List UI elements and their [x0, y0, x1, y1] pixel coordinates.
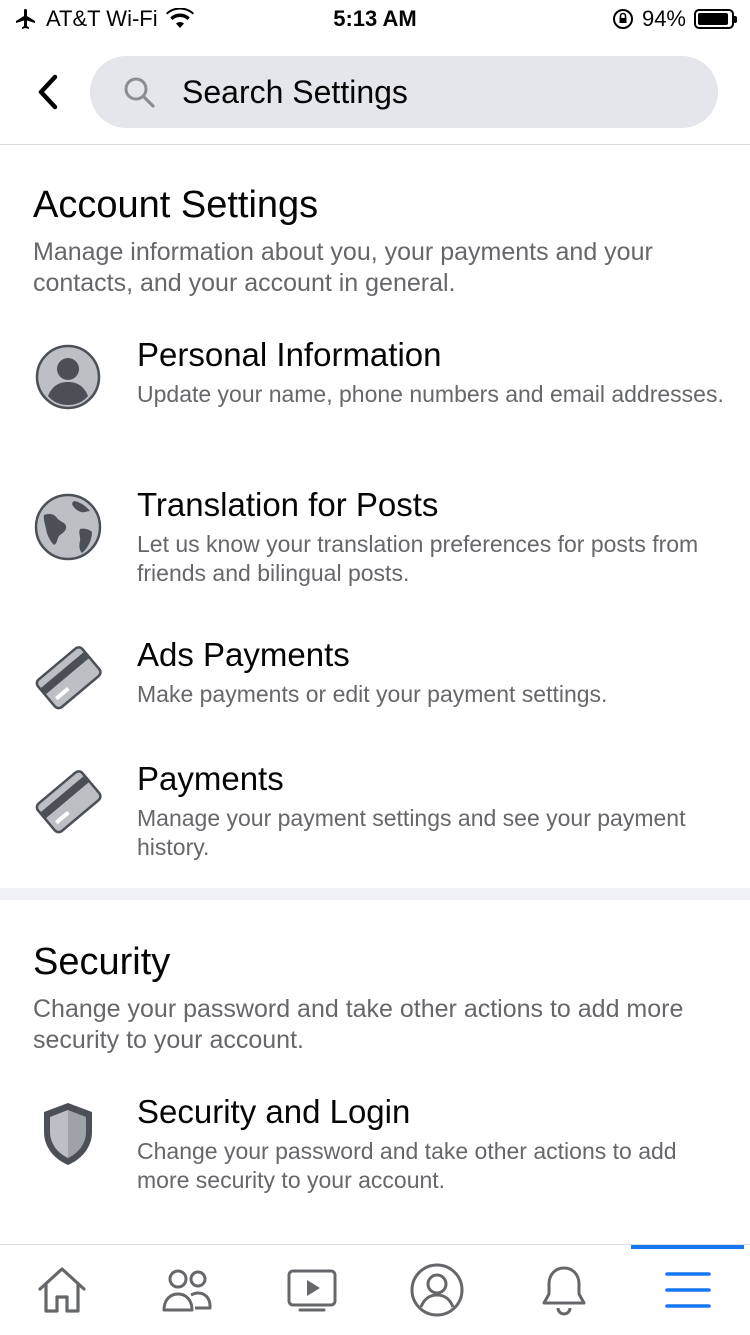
- settings-item-ads-payments[interactable]: Ads Payments Make payments or edit your …: [0, 636, 750, 726]
- settings-item-description: Let us know your translation preferences…: [137, 531, 699, 586]
- menu-icon: [665, 1272, 711, 1308]
- search-icon: [122, 74, 158, 110]
- watch-icon: [287, 1269, 337, 1312]
- settings-item-title: Payments: [137, 760, 284, 797]
- settings-item-description: Change your password and take other acti…: [137, 1138, 677, 1193]
- settings-item-title: Translation for Posts: [137, 486, 439, 523]
- tab-profile[interactable]: [377, 1245, 497, 1335]
- settings-item-title: Personal Information: [137, 336, 442, 373]
- home-icon: [38, 1267, 86, 1313]
- section-description-account-settings: Manage information about you, your payme…: [33, 238, 653, 297]
- friends-icon: [162, 1269, 212, 1312]
- bottom-tab-bar: [0, 1244, 750, 1335]
- profile-icon: [410, 1263, 464, 1317]
- settings-item-description: Manage your payment settings and see you…: [137, 805, 686, 860]
- tab-notifications[interactable]: [504, 1245, 624, 1335]
- section-description-security: Change your password and take other acti…: [33, 995, 684, 1054]
- chevron-left-icon: [38, 74, 58, 110]
- credit-card-icon: [33, 642, 103, 712]
- battery-icon: [694, 9, 737, 29]
- back-button[interactable]: [28, 70, 68, 114]
- settings-item-payments[interactable]: Payments Manage your payment settings an…: [0, 760, 750, 870]
- settings-item-personal-information[interactable]: Personal Information Update your name, p…: [0, 336, 750, 446]
- section-separator: [0, 888, 750, 900]
- globe-icon: [33, 492, 103, 562]
- settings-item-translation-for-posts[interactable]: Translation for Posts Let us know your t…: [0, 486, 750, 596]
- status-bar-left: AT&T Wi-Fi: [14, 6, 194, 32]
- tab-friends[interactable]: [127, 1245, 247, 1335]
- search-input[interactable]: [180, 72, 684, 112]
- section-title-account-settings: Account Settings: [33, 184, 319, 226]
- status-bar: AT&T Wi-Fi 5:13 AM 94%: [0, 0, 750, 40]
- person-icon: [33, 342, 103, 412]
- shield-icon: [33, 1099, 103, 1169]
- wifi-icon: [165, 8, 194, 28]
- tab-menu[interactable]: [628, 1245, 748, 1335]
- battery-percent: 94%: [641, 6, 686, 31]
- settings-item-title: Ads Payments: [137, 636, 350, 673]
- tab-home[interactable]: [2, 1245, 122, 1335]
- status-bar-right: 94%: [612, 6, 737, 32]
- notifications-icon: [542, 1266, 586, 1316]
- settings-item-title: Security and Login: [137, 1093, 411, 1130]
- settings-item-description: Update your name, phone numbers and emai…: [137, 381, 724, 407]
- settings-item-description: Make payments or edit your payment setti…: [137, 681, 608, 707]
- search-bar[interactable]: [90, 56, 718, 128]
- settings-item-security-and-login[interactable]: Security and Login Change your password …: [0, 1093, 750, 1203]
- rotation-lock-icon: [612, 9, 633, 29]
- section-title-security: Security: [33, 941, 171, 983]
- airplane-icon: [16, 9, 35, 29]
- tab-watch[interactable]: [252, 1245, 372, 1335]
- carrier-label: AT&T Wi-Fi: [46, 6, 158, 31]
- header-divider: [0, 144, 750, 145]
- header: [0, 56, 750, 128]
- credit-card-icon: [33, 766, 103, 836]
